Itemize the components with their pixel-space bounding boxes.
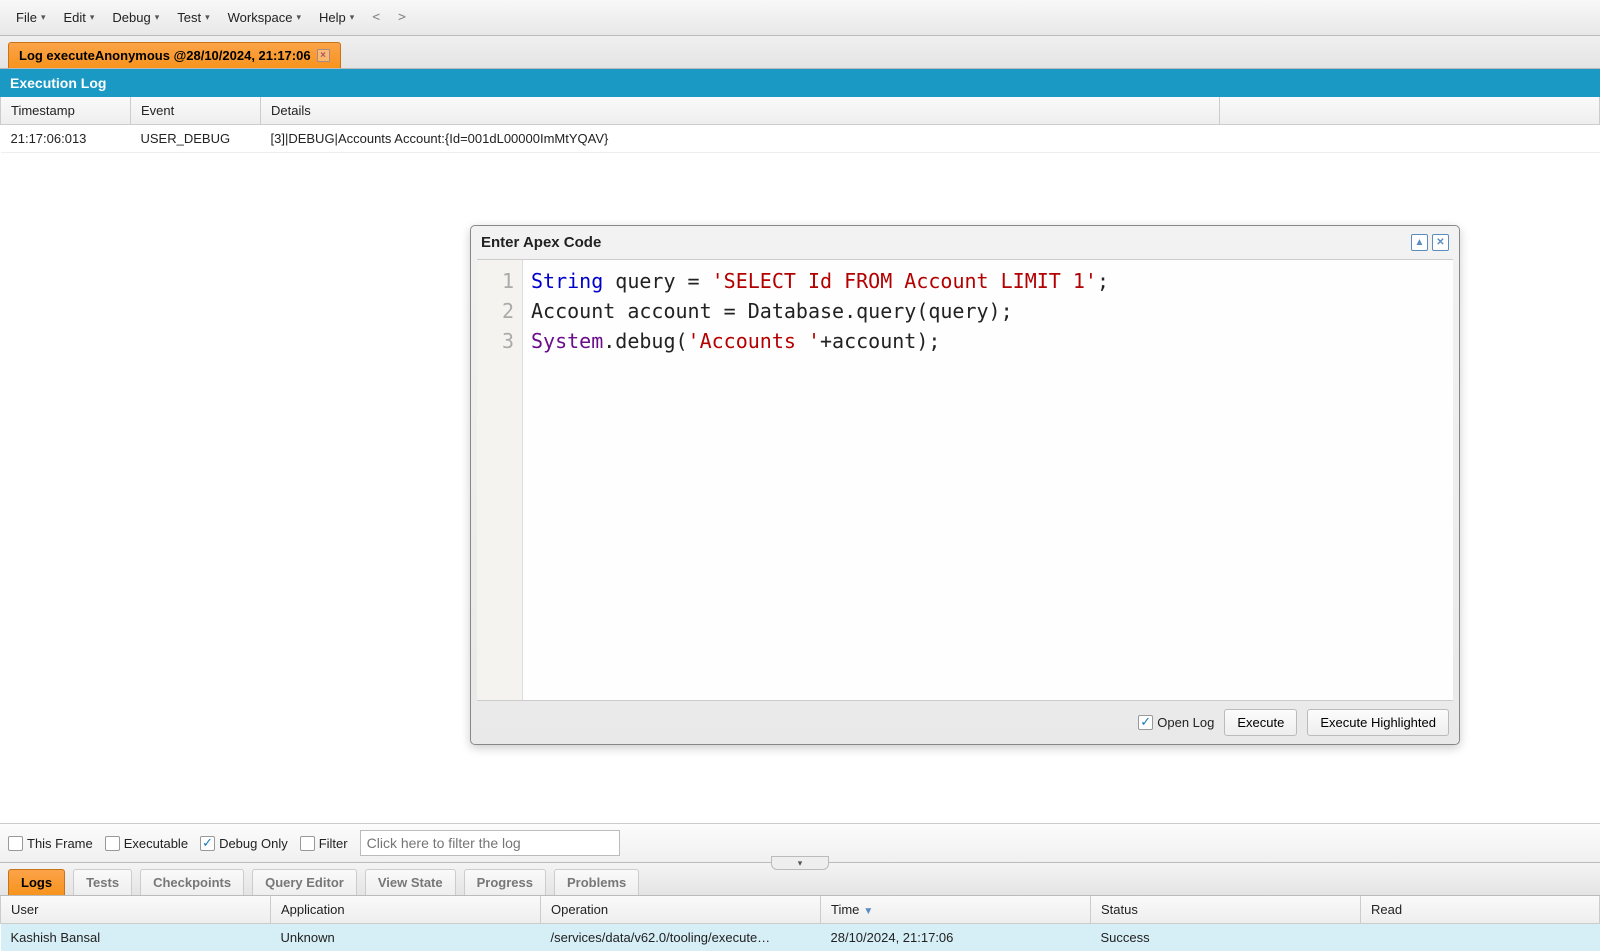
checkbox-icon — [1138, 715, 1153, 730]
log-cell-ts: 21:17:06:013 — [1, 125, 131, 153]
this-frame-checkbox[interactable]: This Frame — [8, 836, 93, 851]
log-row[interactable]: 21:17:06:013 USER_DEBUG [3]|DEBUG|Accoun… — [1, 125, 1600, 153]
close-icon[interactable]: × — [317, 49, 330, 62]
menu-edit[interactable]: Edit▾ — [55, 6, 102, 29]
menu-bar: File▾ Edit▾ Debug▾ Test▾ Workspace▾ Help… — [0, 0, 1600, 36]
menu-test[interactable]: Test▾ — [169, 6, 217, 29]
checkbox-icon — [200, 836, 215, 851]
chevron-down-icon: ▾ — [205, 12, 210, 23]
logs-row[interactable]: Kashish Bansal Unknown /services/data/v6… — [1, 924, 1600, 951]
tab-problems[interactable]: Problems — [554, 869, 639, 895]
col-operation[interactable]: Operation — [541, 896, 821, 924]
menu-workspace[interactable]: Workspace▾ — [220, 6, 309, 29]
dialog-title: Enter Apex Code — [481, 234, 601, 251]
execution-log-title: Execution Log — [0, 69, 1600, 97]
col-application[interactable]: Application — [271, 896, 541, 924]
chevron-down-icon: ▾ — [350, 12, 355, 23]
close-icon[interactable]: ✕ — [1432, 234, 1449, 251]
menu-help[interactable]: Help▾ — [311, 6, 362, 29]
debug-only-checkbox[interactable]: Debug Only — [200, 836, 288, 851]
code-textarea[interactable]: String query = 'SELECT Id FROM Account L… — [523, 260, 1453, 700]
chevron-down-icon: ▾ — [41, 12, 46, 23]
bottom-tab-bar: ▾ Logs Tests Checkpoints Query Editor Vi… — [0, 862, 1600, 896]
menu-file[interactable]: File▾ — [8, 6, 53, 29]
nav-back-button[interactable]: < — [364, 6, 388, 29]
col-time[interactable]: Time▼ — [821, 896, 1091, 924]
line-gutter: 123 — [477, 260, 523, 700]
file-tab-bar: Log executeAnonymous @28/10/2024, 21:17:… — [0, 36, 1600, 69]
log-cell-det: [3]|DEBUG|Accounts Account:{Id=001dL0000… — [261, 125, 1600, 153]
tab-query-editor[interactable]: Query Editor — [252, 869, 357, 895]
dialog-titlebar[interactable]: Enter Apex Code ▲ ✕ — [471, 226, 1459, 259]
checkbox-icon — [105, 836, 120, 851]
col-status[interactable]: Status — [1091, 896, 1361, 924]
checkbox-icon — [8, 836, 23, 851]
col-event[interactable]: Event — [131, 97, 261, 125]
menu-debug[interactable]: Debug▾ — [104, 6, 167, 29]
logs-cell-read — [1361, 924, 1600, 951]
tab-view-state[interactable]: View State — [365, 869, 456, 895]
collapse-handle[interactable]: ▾ — [771, 856, 829, 870]
logs-cell-status: Success — [1091, 924, 1361, 951]
nav-forward-button[interactable]: > — [390, 6, 414, 29]
chevron-down-icon: ▾ — [296, 12, 301, 23]
file-tab-log[interactable]: Log executeAnonymous @28/10/2024, 21:17:… — [8, 42, 341, 68]
logs-cell-op: /services/data/v62.0/tooling/execute… — [541, 924, 821, 951]
sort-desc-icon: ▼ — [863, 906, 873, 917]
execute-button[interactable]: Execute — [1224, 709, 1297, 736]
file-tab-label: Log executeAnonymous @28/10/2024, 21:17:… — [19, 48, 311, 63]
code-editor[interactable]: 123 String query = 'SELECT Id FROM Accou… — [477, 259, 1453, 701]
log-cell-ev: USER_DEBUG — [131, 125, 261, 153]
tab-progress[interactable]: Progress — [464, 869, 546, 895]
minimize-icon[interactable]: ▲ — [1411, 234, 1428, 251]
tab-logs[interactable]: Logs — [8, 869, 65, 895]
col-user[interactable]: User — [1, 896, 271, 924]
col-read[interactable]: Read — [1361, 896, 1600, 924]
logs-cell-time: 28/10/2024, 21:17:06 — [821, 924, 1091, 951]
tab-tests[interactable]: Tests — [73, 869, 132, 895]
open-log-label: Open Log — [1157, 715, 1214, 730]
executable-checkbox[interactable]: Executable — [105, 836, 188, 851]
logs-cell-user: Kashish Bansal — [1, 924, 271, 951]
chevron-down-icon: ▾ — [90, 12, 95, 23]
execute-highlighted-button[interactable]: Execute Highlighted — [1307, 709, 1449, 736]
open-log-checkbox[interactable]: Open Log — [1138, 715, 1214, 730]
col-spacer — [1220, 97, 1600, 125]
filter-checkbox[interactable]: Filter — [300, 836, 348, 851]
dialog-footer: Open Log Execute Execute Highlighted — [471, 701, 1459, 744]
logs-panel: User Application Operation Time▼ Status … — [0, 896, 1600, 951]
logs-cell-app: Unknown — [271, 924, 541, 951]
checkbox-icon — [300, 836, 315, 851]
enter-apex-code-dialog: Enter Apex Code ▲ ✕ 123 String query = '… — [470, 225, 1460, 745]
log-header-row: Timestamp Event Details — [1, 97, 1600, 125]
col-timestamp[interactable]: Timestamp — [1, 97, 131, 125]
chevron-down-icon: ▾ — [155, 12, 160, 23]
execution-log-panel: Timestamp Event Details 21:17:06:013 USE… — [0, 97, 1600, 823]
filter-input[interactable] — [360, 830, 620, 856]
col-details[interactable]: Details — [261, 97, 1220, 125]
tab-checkpoints[interactable]: Checkpoints — [140, 869, 244, 895]
